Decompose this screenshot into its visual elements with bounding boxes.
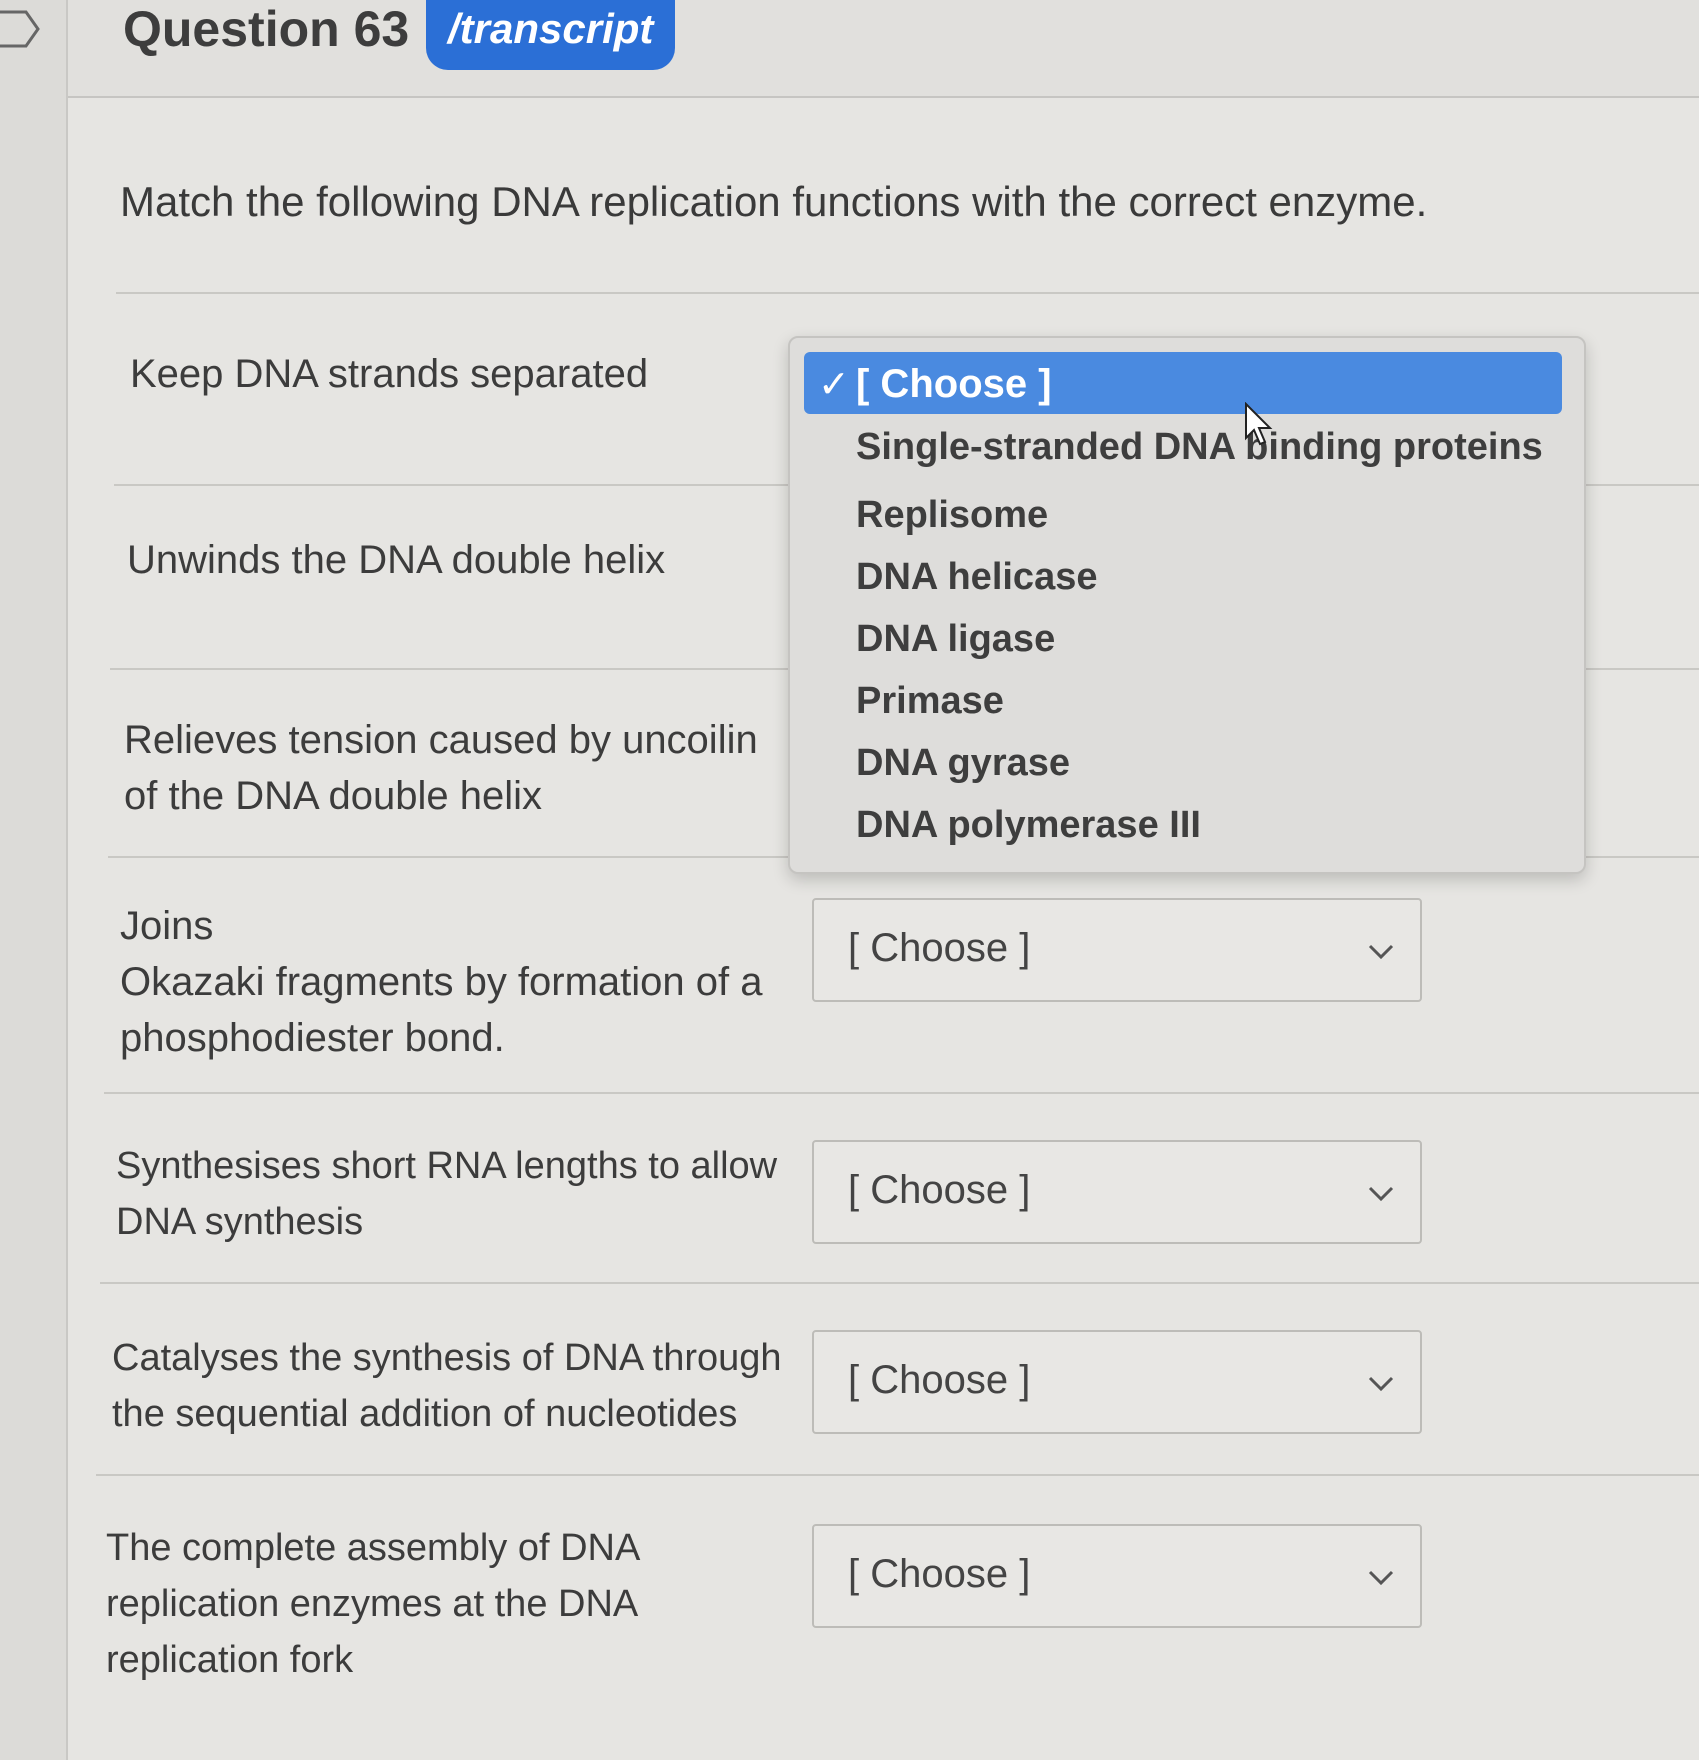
select-value: [ Choose ] — [848, 1552, 1031, 1596]
row-label-7: The complete assembly of DNA replication… — [106, 1527, 639, 1681]
enzyme-select-7[interactable]: [ Choose ] — [812, 1524, 1422, 1628]
row-label-1: Keep DNA strands separated — [130, 352, 649, 396]
dropdown-option-ssb-proteins[interactable]: Single-stranded DNA binding proteins — [856, 426, 1543, 469]
option-label: [ Choose ] — [856, 362, 1052, 406]
dropdown-option-choose[interactable]: ✓ [ Choose ] — [804, 352, 1562, 414]
left-rail — [0, 0, 68, 1760]
row-label-4b: Okazaki fragments by formation of a phos… — [120, 960, 763, 1060]
chevron-down-icon — [1368, 1376, 1394, 1392]
divider — [100, 1282, 1699, 1284]
dropdown-option-dna-polymerase-iii[interactable]: DNA polymerase III — [856, 804, 1201, 847]
dropdown-option-primase[interactable]: Primase — [856, 680, 1004, 723]
transcript-button[interactable]: /transcript — [426, 0, 676, 70]
chevron-down-icon — [1368, 1570, 1394, 1586]
dropdown-option-replisome[interactable]: Replisome — [856, 494, 1048, 537]
dropdown-option-dna-gyrase[interactable]: DNA gyrase — [856, 742, 1070, 785]
dropdown-option-dna-ligase[interactable]: DNA ligase — [856, 618, 1055, 661]
select-value: [ Choose ] — [848, 1358, 1031, 1402]
select-value: [ Choose ] — [848, 1168, 1031, 1212]
enzyme-select-6[interactable]: [ Choose ] — [812, 1330, 1422, 1434]
enzyme-dropdown-menu: ✓ [ Choose ] Single-stranded DNA binding… — [788, 336, 1586, 874]
checkmark-icon: ✓ — [818, 364, 850, 406]
select-value: [ Choose ] — [848, 926, 1031, 970]
mouse-cursor-icon — [1245, 402, 1273, 446]
question-title: Question 63 — [123, 1, 410, 57]
enzyme-select-4[interactable]: [ Choose ] — [812, 898, 1422, 1002]
chevron-down-icon — [1368, 1186, 1394, 1202]
divider — [116, 292, 1699, 294]
collapse-icon[interactable] — [0, 6, 40, 52]
row-label-2: Unwinds the DNA double helix — [127, 538, 666, 582]
question-prompt: Match the following DNA replication func… — [120, 178, 1428, 225]
chevron-down-icon — [1368, 944, 1394, 960]
row-label-3: Relieves tension caused by uncoilin of t… — [124, 718, 758, 818]
enzyme-select-5[interactable]: [ Choose ] — [812, 1140, 1422, 1244]
row-label-6: Catalyses the synthesis of DNA through t… — [112, 1337, 782, 1435]
dropdown-option-dna-helicase[interactable]: DNA helicase — [856, 556, 1097, 599]
row-label-5: Synthesises short RNA lengths to allow D… — [116, 1145, 778, 1243]
row-label-4a: Joins — [120, 904, 214, 948]
divider — [96, 1474, 1699, 1476]
divider — [104, 1092, 1699, 1094]
